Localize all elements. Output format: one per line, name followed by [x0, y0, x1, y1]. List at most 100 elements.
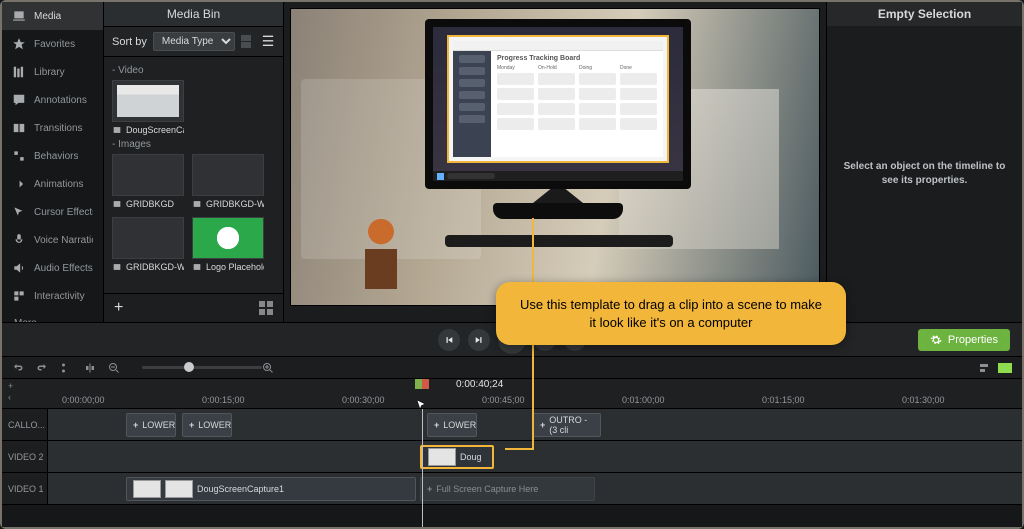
ruler-extras: +‹	[8, 381, 13, 402]
timeline-clip[interactable]: Doug	[420, 445, 494, 469]
sidebar-label: Animations	[34, 179, 83, 190]
redo-button[interactable]	[36, 362, 48, 374]
media-icon	[12, 9, 26, 23]
placeholder-taskbar	[433, 171, 683, 181]
sidebar-item-animations[interactable]: Animations	[2, 170, 103, 198]
media-bin-panel: Media Bin Sort by Media Type ☰ - VideoDo…	[104, 2, 284, 322]
ruler-tick: 0:01:30;00	[902, 395, 945, 405]
media-item[interactable]: GRIDBKGD-WHI...	[192, 154, 264, 209]
sort-select[interactable]: Media Type	[153, 32, 235, 51]
media-section-header: - Video	[112, 61, 275, 80]
timeline-clip[interactable]: +LOWER	[427, 413, 477, 437]
properties-panel-title: Empty Selection	[827, 2, 1022, 26]
sidebar-label: Behaviors	[34, 151, 78, 162]
media-item[interactable]: GRIDBKGD-WHI...	[112, 217, 184, 272]
timeline-clip[interactable]: +Full Screen Capture Here	[420, 477, 595, 501]
sidebar-item-interactivity[interactable]: Interactivity	[2, 282, 103, 310]
track-content[interactable]: +LOWER+LOWER+LOWER+OUTRO - (3 cli	[48, 409, 1022, 440]
ruler-tick: 0:00:15;00	[202, 395, 245, 405]
keyboard-mockup	[445, 235, 673, 247]
sort-label: Sort by	[112, 36, 147, 48]
zoom-out-button[interactable]	[108, 362, 120, 374]
annotations-icon	[12, 93, 26, 107]
sidebar-label: Transitions	[34, 123, 83, 134]
sidebar-label: Favorites	[34, 39, 75, 50]
sidebar-item-transitions[interactable]: Transitions	[2, 114, 103, 142]
prev-frame-button[interactable]	[438, 329, 460, 351]
timeline-clip[interactable]: +OUTRO - (3 cli	[533, 413, 601, 437]
add-button[interactable]: +	[114, 300, 123, 316]
background-plant	[351, 219, 411, 289]
timeline-clip[interactable]: +LOWER	[126, 413, 176, 437]
sidebar-item-media[interactable]: Media	[2, 2, 103, 30]
ruler-tick: 0:00:30;00	[342, 395, 385, 405]
sidebar-item-favorites[interactable]: Favorites	[2, 30, 103, 58]
behaviors-icon	[12, 149, 26, 163]
timeline-clip[interactable]: +LOWER	[182, 413, 232, 437]
cursor-icon	[12, 205, 26, 219]
sort-direction-buttons[interactable]	[241, 35, 251, 48]
instruction-callout: Use this template to drag a clip into a …	[496, 282, 846, 345]
timeline-toolbar	[2, 357, 1022, 379]
media-thumbnail	[112, 154, 184, 196]
sidebar-label: Cursor Effects	[34, 207, 93, 218]
track-row: CALLO...+LOWER+LOWER+LOWER+OUTRO - (3 cl…	[2, 409, 1022, 441]
media-item[interactable]: GRIDBKGD	[112, 154, 184, 209]
microphone-icon	[12, 233, 26, 247]
sidebar-item-behaviors[interactable]: Behaviors	[2, 142, 103, 170]
media-bin-footer: +	[104, 293, 283, 322]
media-thumbnail	[192, 154, 264, 196]
sidebar-item-audio-effects[interactable]: Audio Effects	[2, 254, 103, 282]
undo-button[interactable]	[12, 362, 24, 374]
playhead[interactable]	[415, 379, 429, 389]
track-content[interactable]: DougScreenCapture1+Full Screen Capture H…	[48, 473, 1022, 504]
scene[interactable]: Progress Tracking Board MondayOn-HoldDoi…	[290, 8, 820, 306]
track-label[interactable]: CALLO...	[2, 409, 48, 440]
placeholder-browser: Progress Tracking Board MondayOn-HoldDoi…	[453, 41, 663, 157]
timeline-clip[interactable]: DougScreenCapture1	[126, 477, 416, 501]
properties-panel-message: Select an object on the timeline to see …	[827, 26, 1022, 322]
ruler-tick: 0:01:15;00	[762, 395, 805, 405]
media-bin-sort-row: Sort by Media Type ☰	[104, 27, 283, 57]
media-item-label: DougScreenCap...	[112, 122, 184, 135]
star-icon	[12, 37, 26, 51]
split-button[interactable]	[84, 362, 96, 374]
track-label[interactable]: VIDEO 2	[2, 441, 48, 472]
properties-button[interactable]: Properties	[918, 329, 1010, 351]
next-frame-button[interactable]	[468, 329, 490, 351]
track-content[interactable]: Doug	[48, 441, 1022, 472]
sidebar-item-voice-narration[interactable]: Voice Narration	[2, 226, 103, 254]
track-row: VIDEO 2 Doug	[2, 441, 1022, 473]
properties-panel: Empty Selection Select an object on the …	[826, 2, 1022, 322]
sidebar-item-annotations[interactable]: Annotations	[2, 86, 103, 114]
library-icon	[12, 65, 26, 79]
callout-connector	[505, 448, 533, 450]
quiz-button[interactable]	[998, 363, 1012, 373]
timeline-tracks: CALLO...+LOWER+LOWER+LOWER+OUTRO - (3 cl…	[2, 409, 1022, 527]
sidebar-label: Library	[34, 67, 65, 78]
sidebar-item-cursor-effects[interactable]: Cursor Effects	[2, 198, 103, 226]
zoom-slider[interactable]	[142, 366, 262, 369]
timeline-ruler[interactable]: +‹ 0:00:00;000:00:15;000:00:30;000:00:45…	[2, 379, 1022, 409]
speaker-icon	[12, 261, 26, 275]
gear-icon	[930, 334, 942, 346]
clip-dropzone[interactable]: Progress Tracking Board MondayOn-HoldDoi…	[447, 35, 669, 163]
canvas-preview: Progress Tracking Board MondayOn-HoldDoi…	[284, 2, 826, 322]
media-thumbnail	[112, 80, 184, 122]
track-label[interactable]: VIDEO 1	[2, 473, 48, 504]
media-section-header: - Images	[112, 135, 275, 154]
properties-button-label: Properties	[948, 334, 998, 346]
add-media-button[interactable]: ☰	[261, 35, 275, 49]
cut-button[interactable]	[60, 362, 72, 374]
media-item[interactable]: DougScreenCap...	[112, 80, 184, 135]
grid-view-button[interactable]	[259, 301, 273, 315]
media-item-label: GRIDBKGD	[112, 196, 184, 209]
media-item[interactable]: Logo Placeholder	[192, 217, 264, 272]
track-row: VIDEO 1DougScreenCapture1+Full Screen Ca…	[2, 473, 1022, 505]
sidebar-item-library[interactable]: Library	[2, 58, 103, 86]
marker-button[interactable]	[978, 362, 990, 374]
media-item-label: Logo Placeholder	[192, 259, 264, 272]
zoom-in-button[interactable]	[262, 362, 274, 374]
transitions-icon	[12, 121, 26, 135]
tool-sidebar: Media Favorites Library Annotations Tran…	[2, 2, 104, 322]
